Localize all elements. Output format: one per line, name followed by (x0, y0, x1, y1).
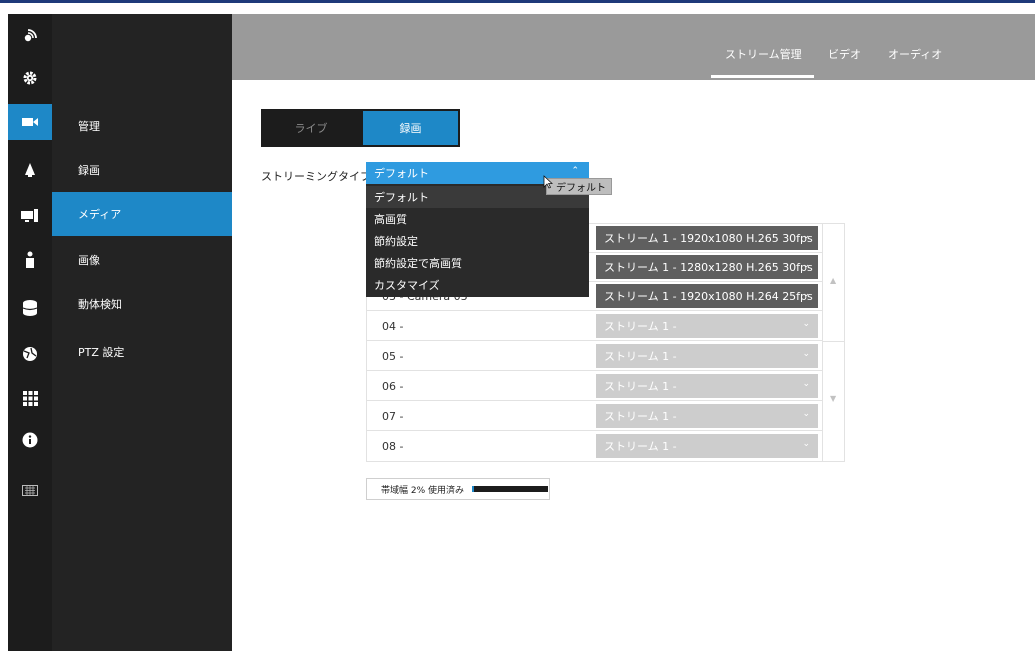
submenu-label: 管理 (78, 120, 100, 133)
bandwidth-usage: 帯域幅 2% 使用済み (366, 478, 550, 500)
chevron-down-icon: ⌄ (802, 231, 810, 241)
scrollbar-divider (822, 341, 844, 342)
submenu-label: メディア (78, 208, 122, 221)
stream-select[interactable]: ストリーム 1 - 1280x1280 H.265 30fps ⌄ (596, 255, 818, 279)
gear-icon[interactable] (8, 60, 52, 96)
grid-icon[interactable] (8, 380, 52, 416)
stream-select-value: ストリーム 1 - (604, 410, 677, 423)
camera-name: 07 - (382, 410, 404, 423)
submenu-item-image[interactable]: 画像 (52, 238, 232, 282)
camera-name: 06 - (382, 380, 404, 393)
logo-icon[interactable] (8, 18, 52, 54)
tab-stream-management[interactable]: ストリーム管理 (725, 46, 802, 62)
stream-select-value: ストリーム 1 - (604, 380, 677, 393)
submenu-label: 動体検知 (78, 298, 122, 311)
stream-select-value: ストリーム 1 - 1280x1280 H.265 30fps (604, 261, 813, 274)
table-row: 06 - ストリーム 1 - ⌄ (367, 372, 822, 401)
camera-name: 04 - (382, 320, 404, 333)
bandwidth-bar-fill (472, 486, 474, 492)
mouse-cursor-icon (543, 175, 553, 189)
table-row: 08 - ストリーム 1 - ⌄ (367, 432, 822, 461)
submenu-label: PTZ 設定 (78, 346, 125, 359)
stream-select[interactable]: ストリーム 1 - 1920x1080 H.264 25fps ⌄ (596, 284, 818, 308)
globe-icon[interactable] (8, 336, 52, 372)
stream-select[interactable]: ストリーム 1 - ⌄ (596, 404, 818, 428)
table-row: 07 - ストリーム 1 - ⌄ (367, 402, 822, 431)
recording-toggle-button[interactable]: 録画 (363, 111, 458, 145)
chevron-down-icon: ⌄ (802, 289, 810, 299)
info-icon[interactable] (8, 422, 52, 458)
submenu-label: 録画 (78, 164, 100, 177)
bandwidth-label: 帯域幅 2% 使用済み (381, 485, 464, 496)
chevron-up-icon: ⌃ (571, 166, 579, 176)
keyboard-icon[interactable] (8, 472, 52, 508)
stream-select[interactable]: ストリーム 1 - ⌄ (596, 344, 818, 368)
chevron-down-icon: ⌄ (802, 260, 810, 270)
scroll-up-icon[interactable]: ▲ (830, 276, 836, 285)
video-camera-icon[interactable] (8, 104, 52, 140)
camera-name: 08 - (382, 440, 404, 453)
streaming-type-selected: デフォルト (374, 167, 429, 180)
stream-select-value: ストリーム 1 - 1920x1080 H.265 30fps (604, 232, 813, 245)
chevron-down-icon: ⌄ (802, 319, 810, 329)
chevron-down-icon: ⌄ (802, 439, 810, 449)
stream-select-value: ストリーム 1 - 1920x1080 H.264 25fps (604, 290, 813, 303)
streaming-type-label: ストリーミングタイプ (261, 170, 371, 183)
database-icon[interactable] (8, 290, 52, 326)
computer-icon[interactable] (8, 198, 52, 234)
scroll-down-icon[interactable]: ▼ (830, 394, 836, 403)
submenu-item-recording[interactable]: 録画 (52, 148, 232, 192)
chevron-down-icon: ⌄ (802, 349, 810, 359)
submenu-item-ptz-settings[interactable]: PTZ 設定 (52, 330, 232, 374)
submenu-item-management[interactable]: 管理 (52, 104, 232, 148)
bell-icon[interactable] (8, 152, 52, 188)
option-saving-high-quality[interactable]: 節約設定で高画質 (366, 252, 589, 274)
table-row: 04 - ストリーム 1 - ⌄ (367, 312, 822, 341)
option-saving[interactable]: 節約設定 (366, 230, 589, 252)
person-icon[interactable] (8, 242, 52, 278)
bandwidth-bar (472, 486, 548, 492)
stream-select[interactable]: ストリーム 1 - ⌄ (596, 434, 818, 458)
table-row: 05 - ストリーム 1 - ⌄ (367, 342, 822, 371)
stream-select[interactable]: ストリーム 1 - 1920x1080 H.265 30fps ⌄ (596, 226, 818, 250)
tab-audio[interactable]: オーディオ (888, 46, 942, 62)
camera-name: 05 - (382, 350, 404, 363)
stream-select-value: ストリーム 1 - (604, 320, 677, 333)
submenu-label: 画像 (78, 254, 100, 267)
chevron-down-icon: ⌄ (802, 379, 810, 389)
table-scrollbar[interactable]: ▲ ▼ (822, 224, 844, 461)
submenu-item-media[interactable]: メディア (52, 192, 232, 236)
streaming-type-options: デフォルト 高画質 節約設定 節約設定で高画質 カスタマイズ (366, 184, 589, 297)
icon-rail (8, 14, 52, 651)
stream-select[interactable]: ストリーム 1 - ⌄ (596, 314, 818, 338)
top-accent-line (0, 0, 1035, 3)
active-tab-indicator (711, 75, 814, 78)
hover-tooltip: デフォルト (546, 178, 612, 195)
mode-toggle: ライブ 録画 (261, 109, 460, 147)
stream-select-value: ストリーム 1 - (604, 350, 677, 363)
option-high-quality[interactable]: 高画質 (366, 208, 589, 230)
live-toggle-button[interactable]: ライブ (261, 109, 361, 147)
media-submenu: 管理 録画 メディア 画像 動体検知 PTZ 設定 (52, 14, 232, 651)
chevron-down-icon: ⌄ (802, 409, 810, 419)
stream-select-value: ストリーム 1 - (604, 440, 677, 453)
option-customize[interactable]: カスタマイズ (366, 274, 589, 296)
tab-video[interactable]: ビデオ (828, 46, 861, 62)
stream-select[interactable]: ストリーム 1 - ⌄ (596, 374, 818, 398)
submenu-item-motion-detection[interactable]: 動体検知 (52, 282, 232, 326)
